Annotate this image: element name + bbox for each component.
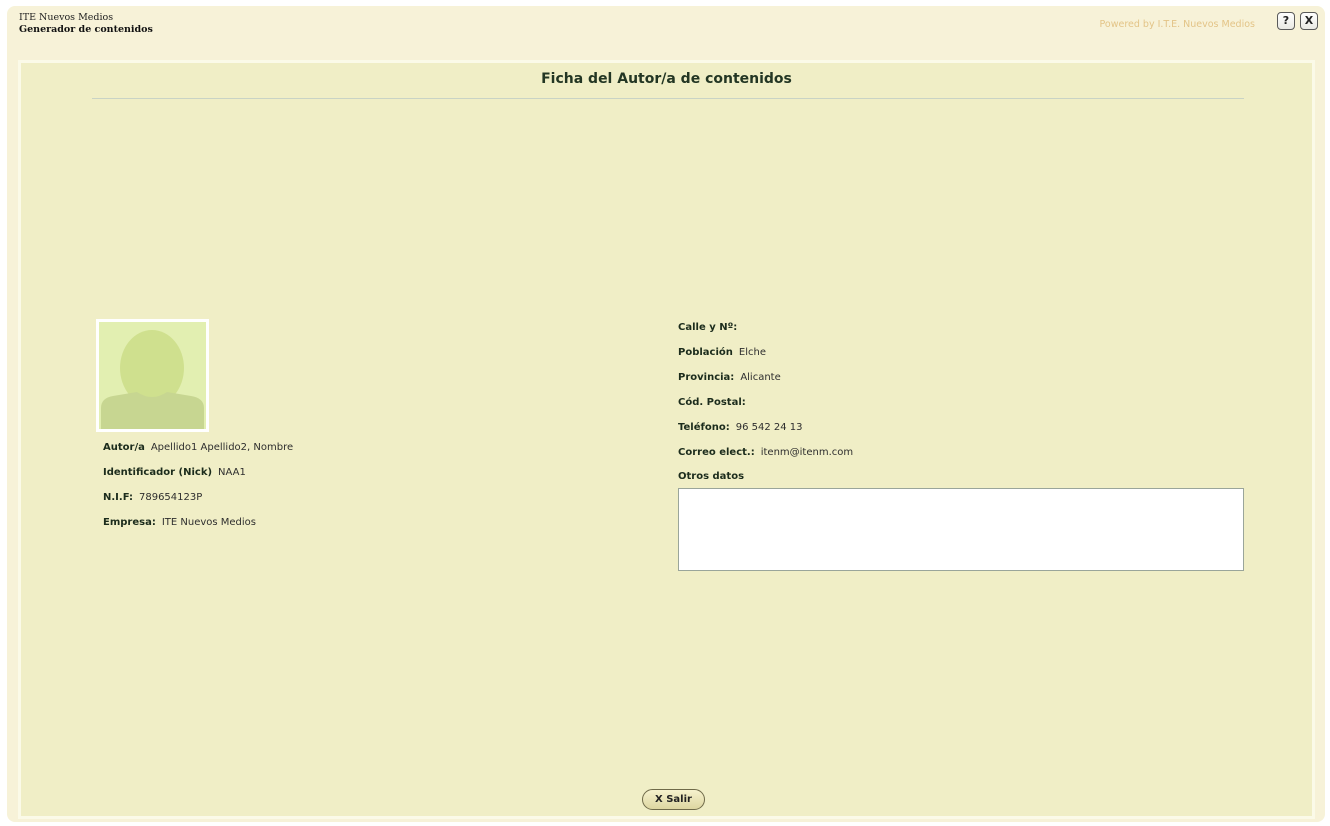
- powered-by-link[interactable]: Powered by I.T.E. Nuevos Medios: [1100, 19, 1256, 31]
- contact-field-cod-postal: Cód. Postal:: [678, 397, 752, 409]
- field-value: Elche: [738, 347, 766, 358]
- field-value: 96 542 24 13: [735, 422, 803, 433]
- author-field-name: Autor/a Apellido1 Apellido2, Nombre: [103, 442, 293, 454]
- otros-datos-label: Otros datos: [678, 471, 744, 483]
- author-field-nick: Identificador (Nick) NAA1: [103, 467, 246, 479]
- field-label: Empresa:: [103, 517, 156, 528]
- close-button[interactable]: X: [1300, 12, 1318, 30]
- contact-field-provincia: Provincia: Alicante: [678, 372, 781, 384]
- field-label: Cód. Postal:: [678, 397, 746, 408]
- field-label: Autor/a: [103, 442, 145, 453]
- avatar-placeholder-icon: [99, 322, 206, 429]
- author-photo: [96, 319, 209, 432]
- contact-field-poblacion: Población Elche: [678, 347, 766, 359]
- salir-button[interactable]: X Salir: [642, 789, 705, 810]
- contact-field-calle: Calle y Nº:: [678, 322, 743, 334]
- field-label: Población: [678, 347, 733, 358]
- contact-field-correo: Correo elect.: itenm@itenm.com: [678, 447, 853, 459]
- field-value: 789654123P: [138, 492, 203, 503]
- author-field-nif: N.I.F: 789654123P: [103, 492, 202, 504]
- field-value: ITE Nuevos Medios: [161, 517, 257, 528]
- help-button[interactable]: ?: [1277, 12, 1295, 30]
- field-label: N.I.F:: [103, 492, 133, 503]
- app-window: ITE Nuevos Medios Generador de contenido…: [7, 6, 1325, 822]
- org-name: ITE Nuevos Medios: [19, 12, 114, 23]
- otros-datos-textarea[interactable]: [678, 488, 1244, 571]
- field-value: Apellido1 Apellido2, Nombre: [150, 442, 294, 453]
- app-name: Generador de contenidos: [19, 24, 153, 35]
- field-value: Alicante: [740, 372, 781, 383]
- page-title: Ficha del Autor/a de contenidos: [541, 71, 792, 87]
- field-label: Identificador (Nick): [103, 467, 213, 478]
- contact-field-telefono: Teléfono: 96 542 24 13: [678, 422, 803, 434]
- field-value: NAA1: [218, 467, 246, 478]
- field-value: itenm@itenm.com: [760, 447, 854, 458]
- field-label: Otros datos: [678, 471, 745, 482]
- author-field-empresa: Empresa: ITE Nuevos Medios: [103, 517, 256, 529]
- title-divider: [92, 98, 1244, 99]
- author-card-panel: Ficha del Autor/a de contenidos Autor/a A…: [18, 60, 1315, 819]
- field-label: Provincia:: [678, 372, 735, 383]
- field-label: Teléfono:: [678, 422, 730, 433]
- field-label: Correo elect.:: [678, 447, 755, 458]
- field-label: Calle y Nº:: [678, 322, 738, 333]
